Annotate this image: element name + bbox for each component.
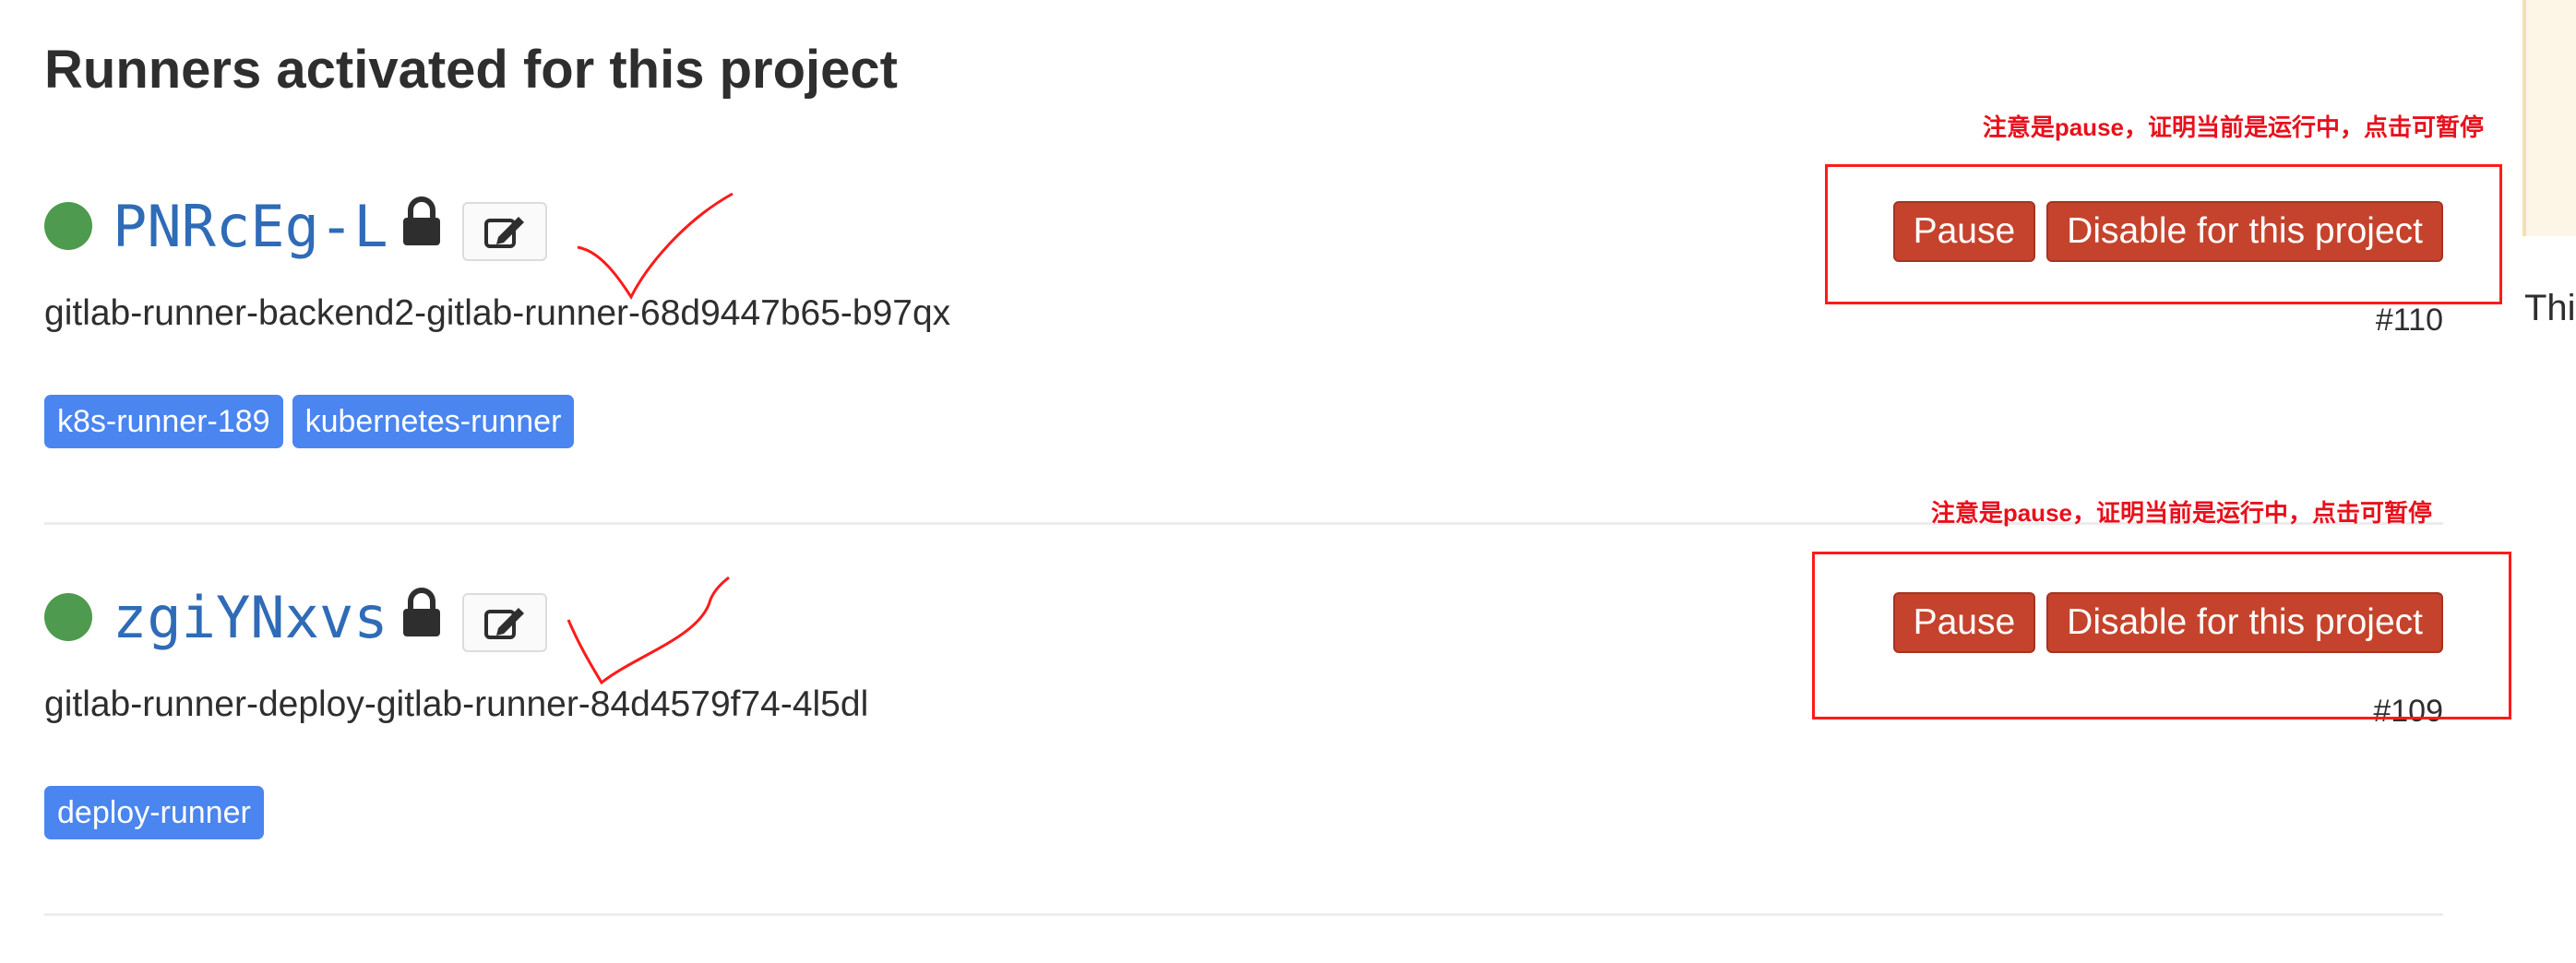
checkmark-annotation <box>566 576 730 685</box>
alert-panel-edge <box>2522 0 2576 236</box>
sidebar-clipped-text: Thi <box>2524 288 2576 328</box>
checkmark-annotation <box>577 192 733 301</box>
annotation-checkmarks <box>566 192 733 685</box>
